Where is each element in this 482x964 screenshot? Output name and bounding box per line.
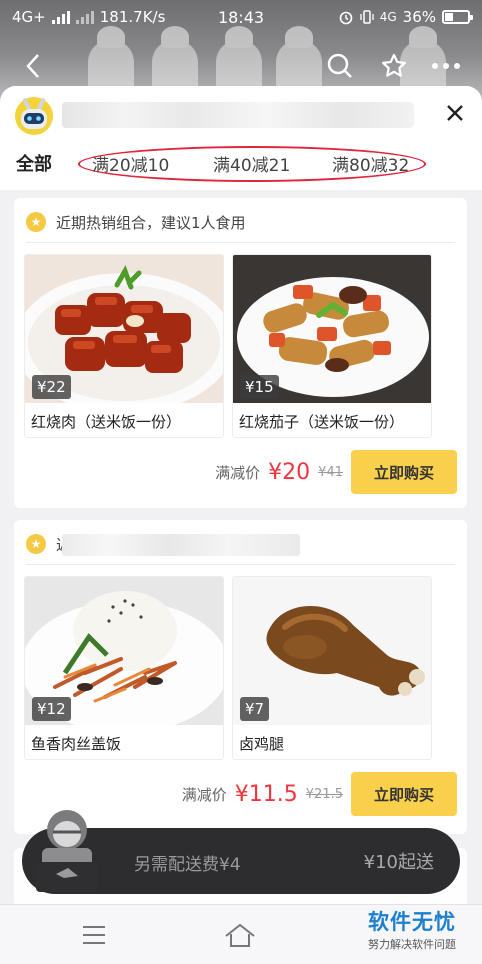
dish-card[interactable]: ¥15 红烧茄子（送米饭一份） xyxy=(232,254,432,438)
home-icon xyxy=(225,923,255,947)
promo-tab-bar: 全部 满20减10 满40减21 满80减32 xyxy=(0,146,482,182)
combo-price: ¥20 xyxy=(268,459,311,485)
menu-icon xyxy=(83,926,105,944)
dish-card[interactable]: ¥12 鱼香肉丝盖饭 xyxy=(24,576,224,760)
combo-card: ★ 近期热销组合，建议1人食用 ¥22 红烧肉（送米饭一份） ¥15 红烧茄子（… xyxy=(14,198,467,508)
combo-title: 近期热销组合，建议1人食用 xyxy=(56,213,246,232)
combo-price-row: 满减价 ¥20 ¥41 立即购买 xyxy=(215,450,457,494)
search-button[interactable] xyxy=(322,46,358,86)
shop-name-redacted xyxy=(62,102,414,128)
chevron-left-icon xyxy=(26,54,39,78)
combo-card: ★ 近 xyxy=(14,520,467,834)
delivery-fee: 另需配送费¥4 xyxy=(134,855,241,875)
minimum-order: ¥10起送 xyxy=(363,852,434,873)
combo-original-price: ¥41 xyxy=(318,464,343,480)
signal-icon xyxy=(51,10,70,24)
network-type-right: 4G xyxy=(379,10,397,24)
dish-name: 红烧肉（送米饭一份） xyxy=(31,413,182,431)
discount-label: 满减价 xyxy=(181,785,227,804)
alarm-icon xyxy=(339,11,353,25)
dish-price: ¥7 xyxy=(240,697,270,721)
cart-button[interactable] xyxy=(30,806,104,896)
watermark-logo: 软件无忧 努力解决软件问题 xyxy=(356,906,468,952)
dish-price: ¥12 xyxy=(32,697,71,721)
more-button[interactable] xyxy=(428,46,464,86)
tab-promo-20[interactable]: 满20减10 xyxy=(92,151,169,176)
dish-card[interactable]: ¥22 红烧肉（送米饭一份） xyxy=(24,254,224,438)
dish-price: ¥15 xyxy=(240,375,279,399)
dish-name: 鱼香肉丝盖饭 xyxy=(31,735,122,753)
robot-mascot-icon xyxy=(15,97,53,135)
tab-promo-40[interactable]: 满40减21 xyxy=(213,151,290,176)
buy-now-button[interactable]: 立即购买 xyxy=(351,772,457,816)
close-icon xyxy=(447,105,463,121)
dish-card[interactable]: ¥7 卤鸡腿 xyxy=(232,576,432,760)
vibrate-icon xyxy=(360,10,374,24)
combo-original-price: ¥21.5 xyxy=(305,786,343,802)
network-type: 4G+ xyxy=(12,8,46,26)
more-dots-icon xyxy=(432,63,460,69)
close-button[interactable] xyxy=(440,98,470,128)
battery-percent: 36% xyxy=(402,8,436,26)
combo-title-redacted xyxy=(62,534,300,556)
buy-now-button[interactable]: 立即购买 xyxy=(351,450,457,494)
dish-price: ¥22 xyxy=(32,375,71,399)
watermark-title: 软件无忧 xyxy=(368,910,456,934)
watermark-subtitle: 努力解决软件问题 xyxy=(368,938,456,951)
header-nav xyxy=(0,46,482,86)
home-button[interactable] xyxy=(222,919,258,951)
combo-price: ¥11.5 xyxy=(234,781,298,807)
network-speed: 181.7K/s xyxy=(99,8,166,26)
menu-button[interactable] xyxy=(76,919,112,951)
star-badge-icon: ★ xyxy=(26,534,46,554)
status-bar: 4G+ 181.7K/s 18:43 4G 36% xyxy=(0,0,482,34)
divider xyxy=(26,564,455,565)
back-button[interactable] xyxy=(18,46,48,86)
search-icon xyxy=(327,53,352,78)
divider xyxy=(26,242,455,243)
sheet-header: 全部 满20减10 满40减21 满80减32 xyxy=(0,86,482,190)
dish-name: 红烧茄子（送米饭一份） xyxy=(239,413,405,431)
courier-cart-icon xyxy=(36,810,98,892)
star-outline-icon xyxy=(382,53,406,77)
tab-all[interactable]: 全部 xyxy=(16,150,52,176)
combo-price-row: 满减价 ¥11.5 ¥21.5 立即购买 xyxy=(182,772,457,816)
battery-icon xyxy=(442,10,473,24)
tab-promo-80[interactable]: 满80减32 xyxy=(332,151,409,176)
discount-label: 满减价 xyxy=(215,463,261,482)
shop-avatar xyxy=(14,96,54,136)
signal-icon-2 xyxy=(75,10,94,24)
favorite-button[interactable] xyxy=(376,46,412,86)
dish-name: 卤鸡腿 xyxy=(239,735,285,753)
star-badge-icon: ★ xyxy=(26,212,46,232)
